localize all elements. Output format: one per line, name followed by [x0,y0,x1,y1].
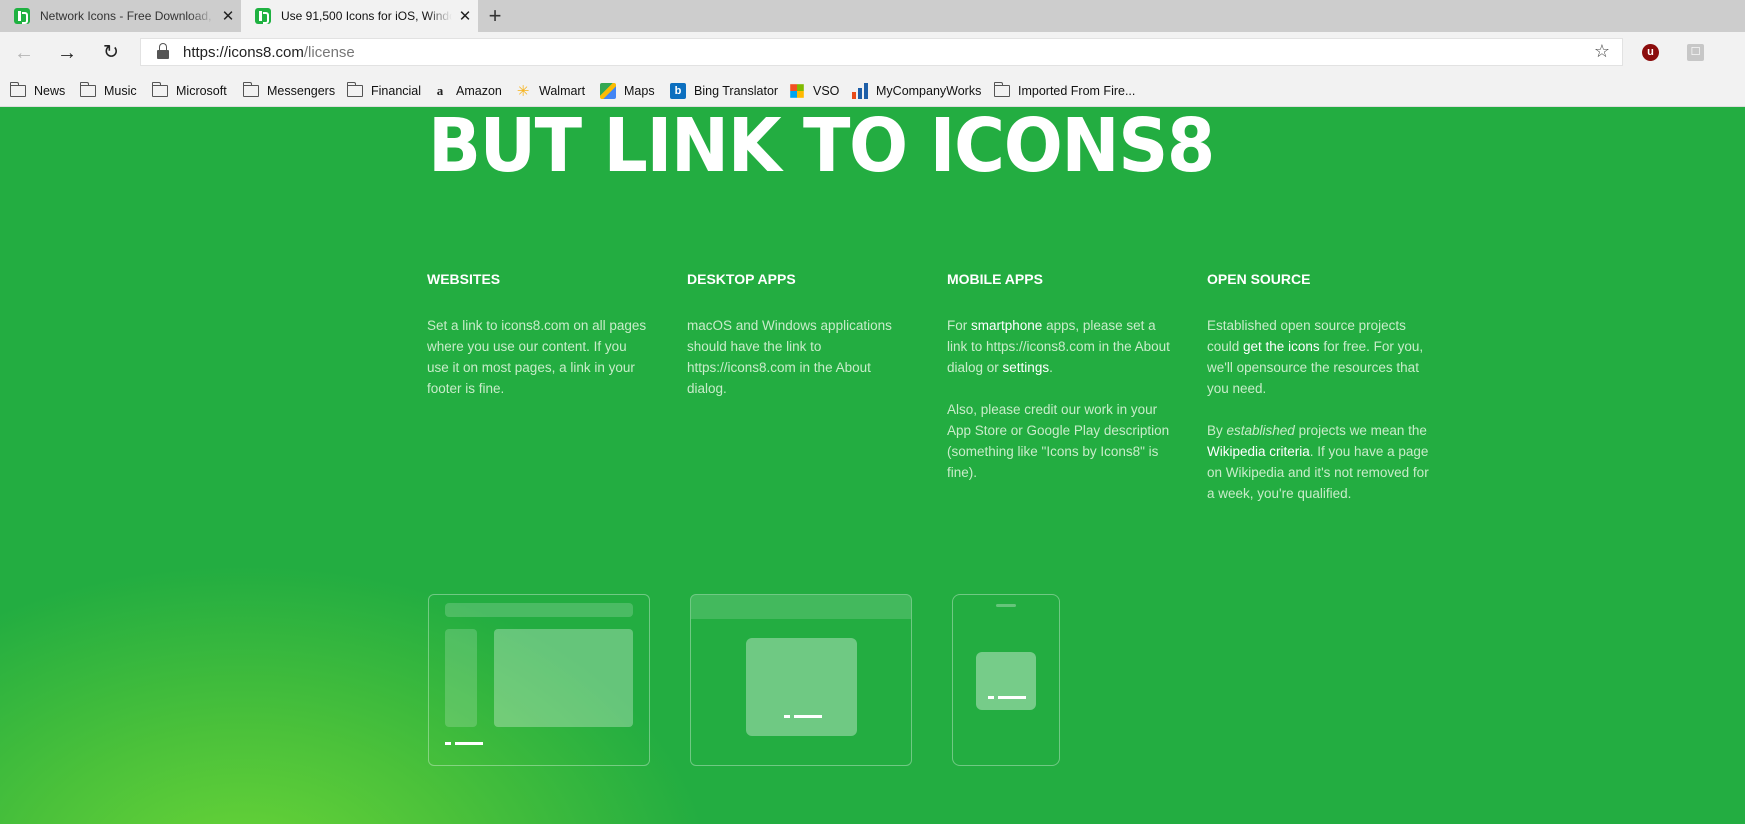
windows-icon [790,83,804,98]
tab-license[interactable]: Use 91,500 Icons for iOS, Windows, Andro… [241,0,478,32]
website-content-block [494,629,633,727]
bookmark-label: Amazon [456,83,502,98]
tab-strip: Network Icons - Free Download, PNG and S… [0,0,1745,32]
url-path: /license [303,43,355,61]
website-footer-link-mark [445,742,483,745]
bookmark-microsoft[interactable]: Microsoft [151,74,227,107]
bookmark-walmart[interactable]: ✳ Walmart [515,74,585,107]
folder-icon [346,81,363,97]
url-host: https://icons8.com [183,43,304,61]
website-illustration [428,594,650,766]
bookmark-label: Maps [624,83,655,98]
bookmark-vso[interactable]: VSO [789,74,839,107]
forward-arrow-icon[interactable]: → [53,40,81,66]
bookmark-amazon[interactable]: a Amazon [432,74,502,107]
bookmark-label: Imported From Fire... [1018,83,1136,98]
open-source-criteria-text: By established projects we mean the Wiki… [1207,420,1432,504]
amazon-icon: a [436,82,444,98]
websites-heading: WEBSITES [427,271,501,287]
tab-network-icons[interactable]: Network Icons - Free Download, PNG and S… [0,0,241,32]
icons8-favicon-icon [14,8,30,24]
tab-close-icon[interactable]: ✕ [215,7,241,25]
icons8-favicon-icon [255,8,271,24]
mobile-app-illustration [952,594,1060,766]
desktop-app-illustration [690,594,912,766]
favorite-star-icon[interactable]: ☆ [1594,41,1610,62]
reload-icon[interactable]: ↻ [97,40,125,66]
bing-icon: b [670,82,686,99]
desktop-apps-heading: DESKTOP APPS [687,271,796,287]
mobile-apps-credit-text: Also, please credit our work in your App… [947,402,1170,480]
open-source-heading: OPEN SOURCE [1207,271,1311,287]
extension-icon[interactable]: ☐ [1687,44,1704,61]
bookmark-label: Microsoft [176,83,227,98]
websites-text: Set a link to icons8.com on all pages wh… [427,318,647,396]
mobile-apps-text: For smartphone apps, please set a link t… [947,315,1172,378]
bookmark-label: Messengers [267,83,336,98]
maps-icon [600,82,616,99]
bookmark-label: VSO [813,83,840,98]
folder-icon [9,81,26,97]
back-arrow-icon[interactable]: ← [10,40,38,66]
browser-toolbar: ← → ↻ https://icons8.com/license ☆ u ☐ [0,32,1745,74]
wikipedia-criteria-link[interactable]: Wikipedia criteria [1207,444,1310,459]
bookmark-bing-translator[interactable]: b Bing Translator [670,74,778,107]
chart-icon [852,82,868,99]
mobile-about-card-block [976,652,1036,710]
folder-icon [151,81,168,97]
bookmark-maps[interactable]: Maps [600,74,655,107]
phone-speaker-block [996,604,1016,607]
settings-link[interactable]: settings [1003,360,1050,375]
license-page: BUT LINK TO ICONS8 WEBSITES Set a link t… [0,107,1745,824]
page-headline: BUT LINK TO ICONS8 [428,107,1215,189]
smartphone-link[interactable]: smartphone [971,318,1042,333]
get-the-icons-link[interactable]: get the icons [1243,339,1320,354]
bookmark-label: Walmart [539,83,586,98]
open-source-text: Established open source projects could g… [1207,315,1432,399]
emphasis-established: established [1226,423,1295,438]
desktop-about-dialog-block [746,638,857,736]
desktop-dialog-link-mark [784,715,822,718]
url-text[interactable]: https://icons8.com/license [183,44,355,61]
websites-column: WEBSITES Set a link to icons8.com on all… [427,271,652,420]
lock-icon [157,42,169,59]
bookmark-news[interactable]: News [9,74,66,107]
bookmark-financial[interactable]: Financial [346,74,422,107]
mobile-card-link-mark [988,696,1026,699]
folder-icon [242,81,259,97]
bookmark-imported-from-firefox[interactable]: Imported From Fire... [993,74,1136,107]
bookmark-label: Music [104,83,137,98]
desktop-apps-text: macOS and Windows applications should ha… [687,318,892,396]
bookmarks-bar: News Music Microsoft Messengers Financia… [0,74,1745,107]
bookmark-music[interactable]: Music [79,74,137,107]
tab-title: Use 91,500 Icons for iOS, Windows, Andro… [281,9,452,23]
website-sidebar-block [445,629,477,727]
text-run: . [1049,360,1053,375]
mobile-apps-heading: MOBILE APPS [947,271,1043,287]
bookmark-label: Financial [371,83,422,98]
address-bar[interactable]: https://icons8.com/license ☆ [140,38,1623,66]
text-run: For [947,318,972,333]
mobile-apps-column: MOBILE APPS For smartphone apps, please … [947,271,1172,504]
text-run: projects we mean the [1294,423,1427,438]
tab-close-icon[interactable]: ✕ [452,7,478,25]
tab-title: Network Icons - Free Download, PNG and S… [40,9,215,23]
folder-icon [79,81,96,97]
bookmark-label: News [34,83,66,98]
open-source-column: OPEN SOURCE Established open source proj… [1207,271,1432,525]
text-run: By [1207,423,1227,438]
desktop-titlebar-block [691,595,911,619]
website-header-block [445,603,633,617]
new-tab-button[interactable]: + [482,3,508,29]
bookmark-label: Bing Translator [694,83,779,98]
bookmark-messengers[interactable]: Messengers [242,74,336,107]
desktop-apps-column: DESKTOP APPS macOS and Windows applicati… [687,271,912,420]
folder-icon [993,81,1010,97]
bookmark-mycompanyworks[interactable]: MyCompanyWorks [852,74,981,107]
walmart-icon: ✳ [516,82,530,100]
ublock-extension-icon[interactable]: u [1642,44,1659,61]
bookmark-label: MyCompanyWorks [876,83,982,98]
